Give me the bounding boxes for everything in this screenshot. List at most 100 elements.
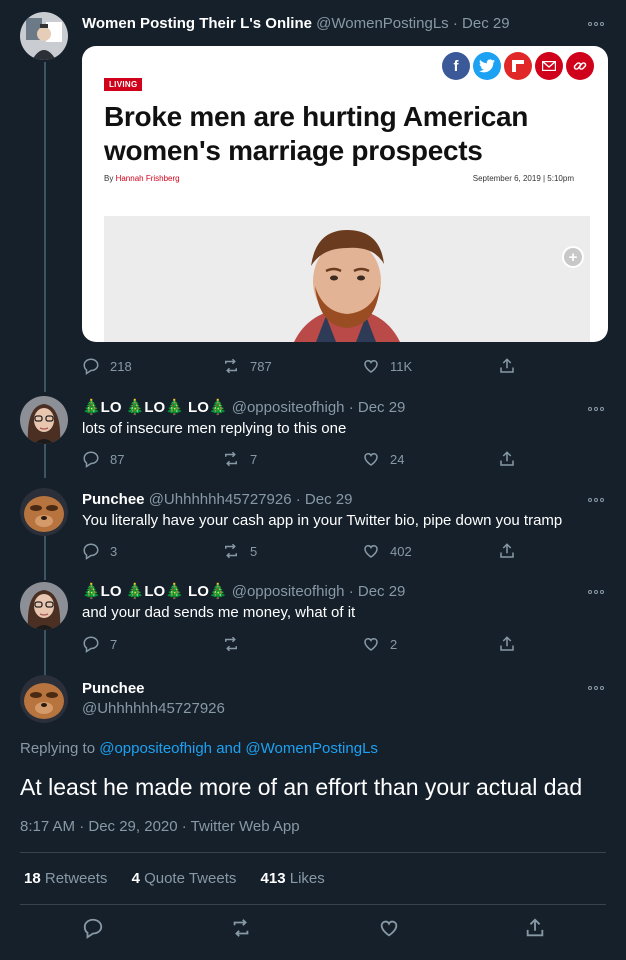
- flipboard-icon[interactable]: [504, 52, 532, 80]
- share-icon: [500, 358, 514, 373]
- user-handle[interactable]: @Uhhhhhh45727926: [149, 491, 292, 508]
- share-icon: [500, 543, 514, 558]
- publish-date: September 6, 2019 | 5:10pm: [472, 174, 574, 183]
- like-button[interactable]: [378, 918, 400, 938]
- reply-icon: [83, 918, 103, 939]
- retweet-icon: [225, 358, 237, 374]
- tweet-reply-punchee[interactable]: Punchee @Uhhhhhh45727926 · Dec 29 You li…: [0, 485, 626, 580]
- user-handle[interactable]: @WomenPostingLs: [316, 15, 449, 32]
- link-icon[interactable]: [566, 52, 594, 80]
- like-button[interactable]: 24: [362, 449, 404, 469]
- retweet-button[interactable]: 7: [222, 449, 257, 469]
- mention-link[interactable]: @oppositeofhigh: [99, 740, 212, 757]
- article-headline[interactable]: Broke men are hurting American women's m…: [104, 100, 594, 168]
- like-button[interactable]: 402: [362, 541, 412, 561]
- avatar[interactable]: [20, 12, 68, 60]
- share-icon: [500, 451, 514, 466]
- tweet-date[interactable]: Dec 29: [305, 491, 353, 508]
- retweet-icon: [225, 543, 237, 559]
- reply-button[interactable]: 87: [82, 449, 124, 469]
- retweets-stat[interactable]: 18 Retweets: [24, 870, 107, 887]
- retweet-button[interactable]: [222, 634, 250, 654]
- facebook-icon[interactable]: f: [442, 52, 470, 80]
- replying-label: Replying to: [20, 740, 96, 757]
- share-button[interactable]: [498, 356, 516, 376]
- tweet-actions: 7 2: [82, 634, 522, 654]
- reply-button[interactable]: 3: [82, 541, 117, 561]
- reply-icon: [83, 451, 99, 468]
- user-handle[interactable]: @oppositeofhigh: [232, 583, 345, 600]
- share-buttons: f: [442, 52, 594, 80]
- author-link[interactable]: Hannah Frishberg: [116, 174, 180, 183]
- retweet-count: 787: [250, 358, 272, 374]
- twitter-icon[interactable]: [473, 52, 501, 80]
- retweet-icon: [225, 451, 237, 467]
- article-card[interactable]: f LIVING Broke men are hurting American …: [82, 46, 608, 342]
- more-options-icon[interactable]: [586, 404, 606, 414]
- reply-button[interactable]: [82, 918, 104, 939]
- like-count: 2: [390, 636, 398, 652]
- like-button[interactable]: 2: [362, 634, 397, 654]
- mention-and[interactable]: and: [216, 740, 241, 757]
- reply-count: 218: [110, 358, 132, 374]
- avatar[interactable]: [20, 675, 68, 723]
- avatar[interactable]: [20, 582, 68, 630]
- display-name[interactable]: Punchee: [82, 491, 145, 508]
- heart-icon: [364, 452, 378, 466]
- retweet-icon: [225, 636, 237, 652]
- tweet-actions: 87 7 24: [82, 449, 522, 469]
- engagement-stats: 18 Retweets 4 Quote Tweets 413 Likes: [24, 870, 345, 887]
- expand-plus-icon[interactable]: +: [562, 246, 584, 268]
- reply-button[interactable]: 7: [82, 634, 117, 654]
- share-button[interactable]: [498, 634, 516, 654]
- retweet-count: 5: [250, 543, 258, 559]
- reply-button[interactable]: 218: [82, 356, 132, 376]
- more-options-icon[interactable]: [586, 495, 606, 505]
- tweet-womenpostingls[interactable]: Women Posting Their L's Online @WomenPos…: [0, 0, 626, 390]
- tweet-date[interactable]: Dec 29: [358, 583, 406, 600]
- mention-link[interactable]: @WomenPostingLs: [245, 740, 378, 757]
- tweet-actions: 218 787 11K: [82, 356, 522, 376]
- display-name[interactable]: Punchee: [82, 680, 145, 697]
- separator-dot: ·: [452, 15, 458, 32]
- tweet-text: lots of insecure men replying to this on…: [82, 420, 347, 437]
- likes-count: 413: [260, 870, 286, 887]
- display-name[interactable]: 🎄LO 🎄LO🎄 LO🎄: [82, 583, 228, 600]
- retweet-count: 7: [250, 451, 258, 467]
- tweet-text: and your dad sends me money, what of it: [82, 604, 356, 621]
- reply-icon: [83, 636, 99, 653]
- retweet-button[interactable]: [230, 918, 252, 938]
- tweet-timestamp[interactable]: 8:17 AM · Dec 29, 2020 · Twitter Web App: [20, 818, 300, 835]
- user-handle[interactable]: @oppositeofhigh: [232, 399, 345, 416]
- share-icon: [526, 918, 544, 937]
- section-tag[interactable]: LIVING: [104, 78, 143, 91]
- retweets-count: 18: [24, 870, 41, 887]
- more-options-icon[interactable]: [586, 587, 606, 597]
- retweet-icon: [233, 919, 249, 937]
- avatar[interactable]: [20, 396, 68, 444]
- tweet-reply-oppositeofhigh[interactable]: 🎄LO 🎄LO🎄 LO🎄 @oppositeofhigh · Dec 29 lo…: [0, 390, 626, 485]
- retweet-button[interactable]: 5: [222, 541, 257, 561]
- share-button[interactable]: [498, 449, 516, 469]
- tweet-actions: 3 5 402: [82, 541, 522, 561]
- share-button[interactable]: [524, 918, 546, 938]
- more-options-icon[interactable]: [586, 19, 606, 29]
- reply-icon: [83, 543, 99, 560]
- user-handle[interactable]: @Uhhhhhh45727926: [82, 700, 225, 717]
- retweet-button[interactable]: 787: [222, 356, 272, 376]
- byline-prefix: By: [104, 174, 114, 183]
- display-name[interactable]: Women Posting Their L's Online: [82, 15, 312, 32]
- more-options-icon[interactable]: [586, 683, 606, 693]
- heart-icon: [380, 920, 398, 937]
- share-button[interactable]: [498, 541, 516, 561]
- email-icon[interactable]: [535, 52, 563, 80]
- tweet-date[interactable]: Dec 29: [462, 15, 510, 32]
- avatar[interactable]: [20, 488, 68, 536]
- like-button[interactable]: 11K: [362, 356, 412, 376]
- quote-tweets-stat[interactable]: 4 Quote Tweets: [132, 870, 237, 887]
- likes-stat[interactable]: 413 Likes: [261, 870, 325, 887]
- display-name[interactable]: 🎄LO 🎄LO🎄 LO🎄: [82, 399, 228, 416]
- tweet-date[interactable]: Dec 29: [358, 399, 406, 416]
- likes-label: Likes: [289, 870, 325, 887]
- tweet-reply-oppositeofhigh-2[interactable]: 🎄LO 🎄LO🎄 LO🎄 @oppositeofhigh · Dec 29 an…: [0, 580, 626, 675]
